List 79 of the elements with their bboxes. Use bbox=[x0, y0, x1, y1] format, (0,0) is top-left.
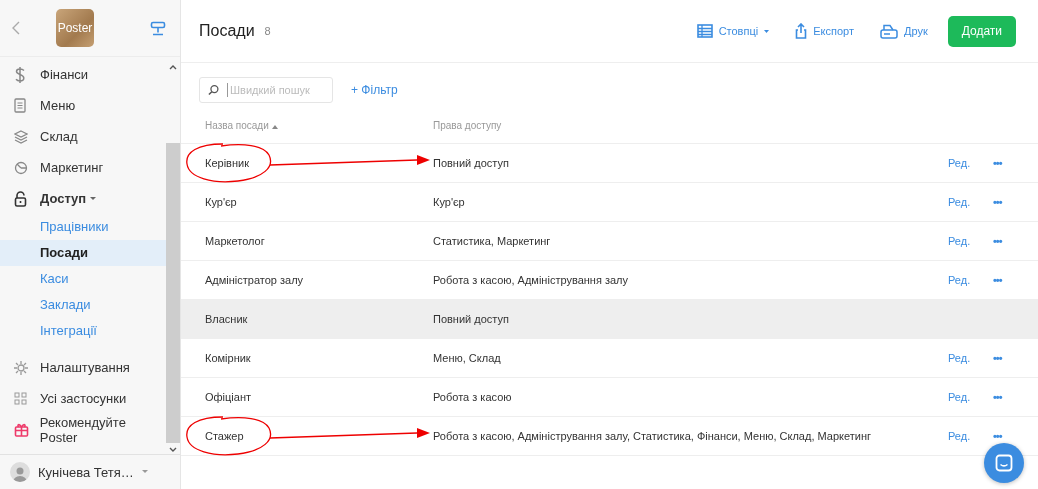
pie-chart-icon bbox=[14, 160, 28, 175]
upload-icon bbox=[795, 23, 808, 39]
table-cell-text: Повний доступ bbox=[433, 313, 510, 325]
more-menu[interactable]: ••• bbox=[993, 274, 1002, 286]
table-cell-text: Повний доступ bbox=[433, 157, 510, 169]
add-button[interactable]: Додати bbox=[947, 15, 1016, 47]
sidebar-item[interactable]: Рекомендуйте Poster bbox=[0, 414, 166, 445]
caret-icon bbox=[90, 196, 97, 201]
app-logo[interactable]: Poster bbox=[56, 9, 94, 47]
layers-icon bbox=[14, 129, 28, 144]
table-cell-text: Статистика, Маркетинг bbox=[433, 235, 552, 247]
filter-link[interactable]: + Фільтр bbox=[351, 83, 398, 97]
edit-link[interactable]: Ред. bbox=[948, 352, 971, 364]
table-cell-text: Комірник bbox=[204, 352, 252, 364]
more-menu[interactable]: ••• bbox=[993, 157, 1002, 169]
table-cell-text: Робота з касою, Адміністрування залу bbox=[433, 274, 629, 286]
scrollbar-thumb[interactable] bbox=[166, 143, 180, 443]
edit-link[interactable]: Ред. bbox=[948, 157, 971, 169]
toolbar-button[interactable]: Друк bbox=[879, 23, 928, 39]
more-menu[interactable]: ••• bbox=[993, 196, 1002, 208]
table-cell-text: Кур'єр bbox=[204, 196, 238, 208]
more-menu[interactable]: ••• bbox=[993, 430, 1002, 442]
sidebar-subitem[interactable]: Заклади bbox=[0, 292, 166, 318]
sidebar-item[interactable]: Доступ bbox=[0, 183, 166, 214]
avatar-icon[interactable] bbox=[10, 462, 30, 482]
table-cell-text: Стажер bbox=[204, 430, 245, 442]
sidebar-item[interactable]: Налаштування bbox=[0, 352, 166, 383]
chat-button[interactable] bbox=[984, 443, 1024, 483]
chat-icon bbox=[995, 454, 1013, 472]
sidebar-item[interactable]: Меню bbox=[0, 90, 166, 121]
grid-icon bbox=[14, 392, 27, 405]
document-icon bbox=[14, 98, 26, 113]
edit-link[interactable]: Ред. bbox=[948, 274, 971, 286]
sidebar-item[interactable]: Маркетинг bbox=[0, 152, 166, 183]
table-cell-text: Маркетолог bbox=[204, 235, 266, 247]
edit-link[interactable]: Ред. bbox=[948, 235, 971, 247]
settings-icon bbox=[14, 360, 28, 375]
more-menu[interactable]: ••• bbox=[993, 391, 1002, 403]
sidebar-subitem[interactable]: Інтеграції bbox=[0, 318, 166, 344]
column-header[interactable]: Права доступу bbox=[433, 119, 1038, 131]
caret-icon bbox=[141, 470, 148, 474]
gift-icon bbox=[14, 422, 29, 437]
table-cell-text: Адміністратор залу bbox=[204, 274, 305, 286]
edit-link[interactable]: Ред. bbox=[948, 196, 971, 208]
table-icon bbox=[696, 24, 713, 38]
dollar-icon bbox=[14, 66, 26, 83]
caret-icon bbox=[764, 29, 770, 33]
sidebar-item[interactable]: Усі застосунки bbox=[0, 383, 166, 414]
sort-arrow-icon bbox=[271, 124, 278, 129]
more-menu[interactable]: ••• bbox=[993, 352, 1002, 364]
column-header[interactable]: Назва посади bbox=[181, 119, 433, 131]
table-cell-text: Керівник bbox=[204, 157, 250, 169]
table-cell-text: Кур'єр bbox=[433, 196, 466, 208]
page-title: Посади bbox=[199, 22, 255, 40]
table-cell-text: Робота з касою, Адміністрування залу, Статистика, Фінанси, Меню, Склад, Маркетинг bbox=[433, 430, 872, 442]
user-name[interactable]: Кунічева Тетя… bbox=[38, 464, 134, 480]
edit-link[interactable]: Ред. bbox=[948, 391, 971, 403]
toolbar-button[interactable]: Стовпці bbox=[696, 24, 770, 38]
more-menu[interactable]: ••• bbox=[993, 235, 1002, 247]
sidebar-item[interactable]: Фінанси bbox=[0, 59, 166, 90]
search-icon bbox=[208, 84, 219, 96]
scroll-up-icon[interactable] bbox=[169, 65, 177, 70]
register-icon[interactable] bbox=[150, 20, 166, 36]
back-icon[interactable] bbox=[12, 21, 20, 35]
sidebar-item[interactable]: Склад bbox=[0, 121, 166, 152]
padlock-icon bbox=[14, 190, 27, 207]
table-cell-text: Власник bbox=[204, 313, 249, 325]
search-field[interactable]: Швидкий пошук bbox=[199, 77, 333, 103]
edit-link[interactable]: Ред. bbox=[948, 430, 971, 442]
sidebar-subitem[interactable]: Працівники bbox=[0, 214, 166, 240]
sidebar-subitem[interactable]: Посади bbox=[0, 240, 166, 266]
sidebar-subitem[interactable]: Каси bbox=[0, 266, 166, 292]
printer-icon bbox=[879, 23, 898, 39]
table-cell-text: Офіціант bbox=[204, 391, 253, 403]
scroll-down-icon[interactable] bbox=[169, 447, 177, 452]
table-cell-text: Робота з касою bbox=[433, 391, 513, 403]
item-count: 8 bbox=[264, 25, 271, 37]
table-cell-text: Меню, Склад bbox=[433, 352, 502, 364]
toolbar-button[interactable]: Експорт bbox=[795, 23, 854, 39]
